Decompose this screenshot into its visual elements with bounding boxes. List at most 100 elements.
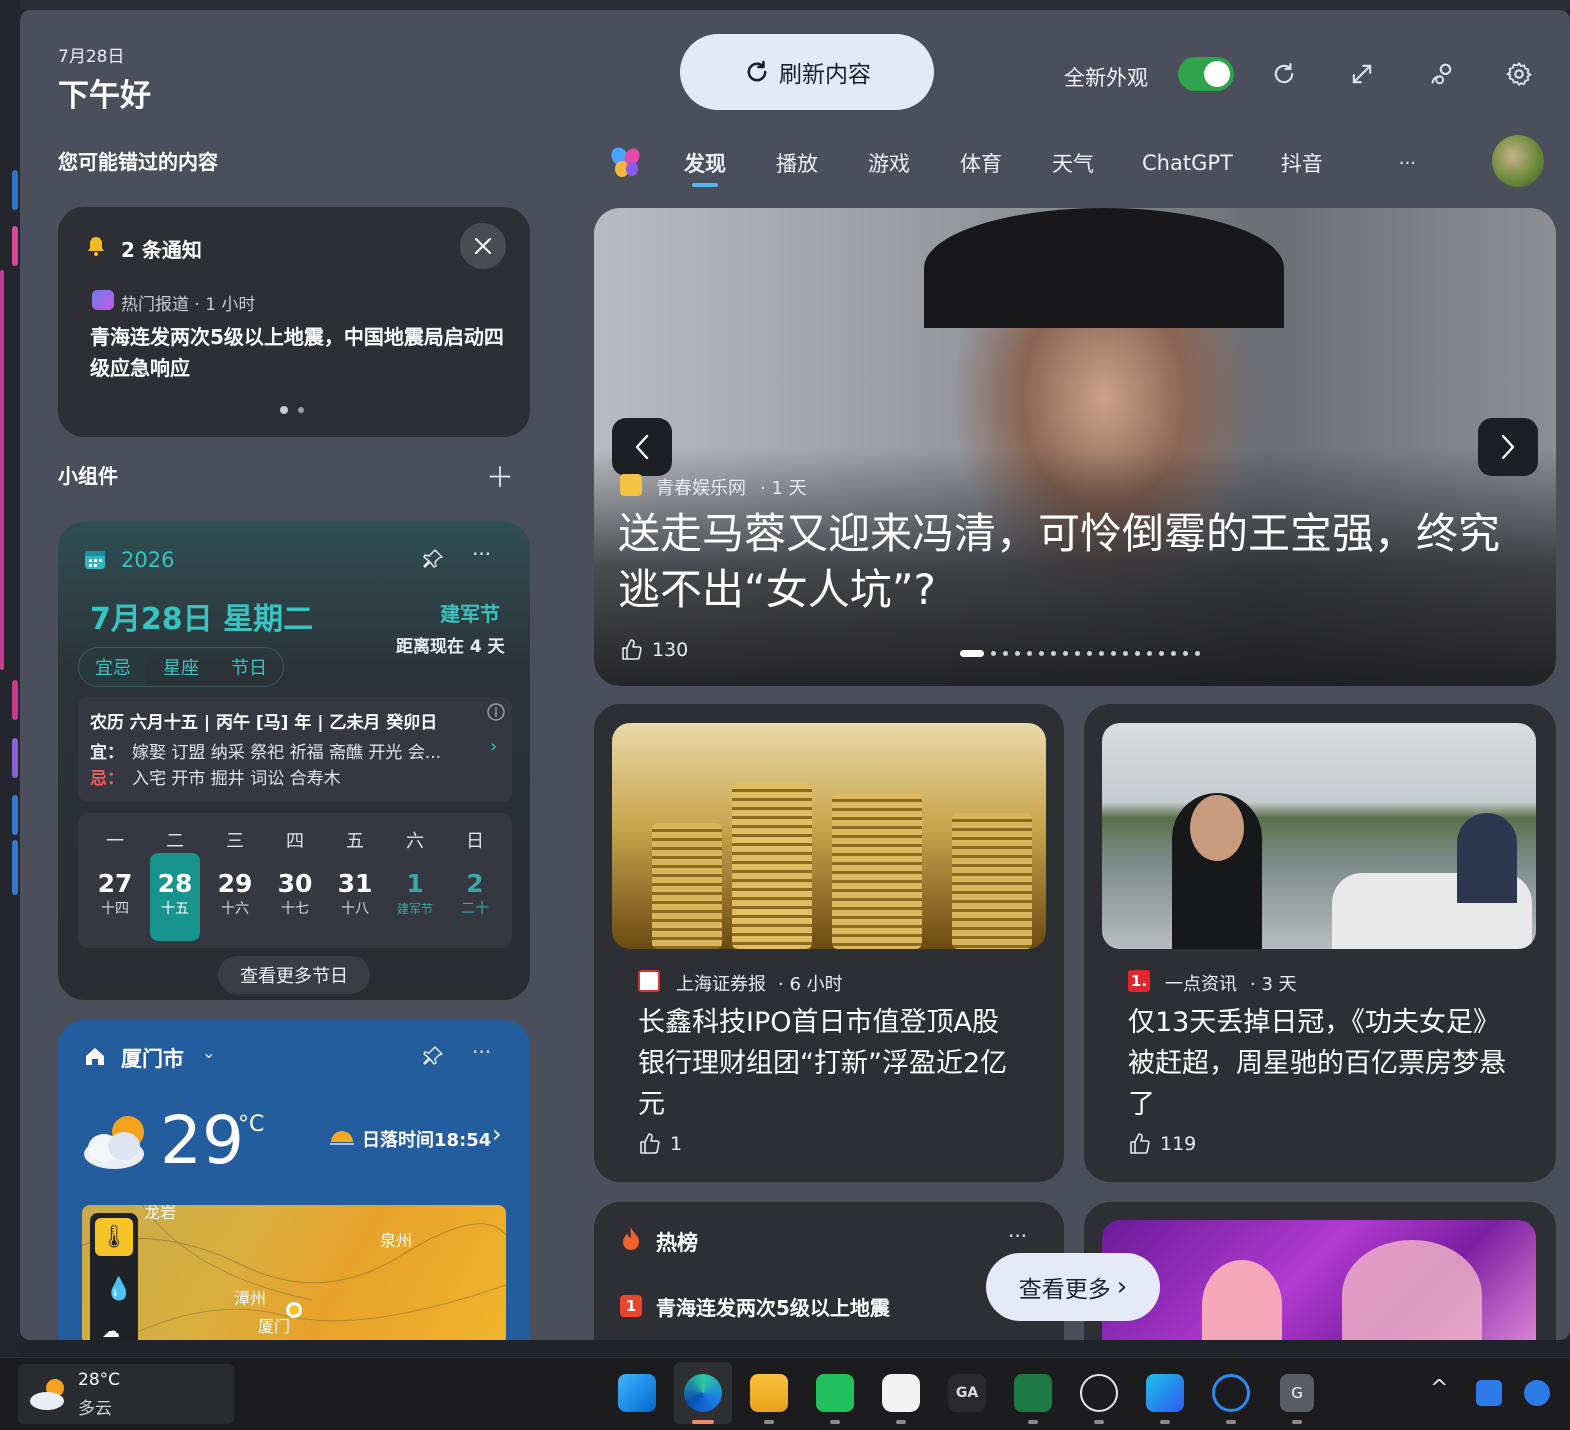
notification-headline[interactable]: 青海连发两次5级以上地震，中国地震局启动四级应急响应 <box>90 322 510 384</box>
sunset-time[interactable]: 日落时间18:54 <box>362 1126 491 1152</box>
taskbar-weather[interactable]: 28°C 多云 <box>18 1364 234 1424</box>
hero-next-button[interactable] <box>1478 418 1538 476</box>
add-widget-button[interactable]: ＋ <box>486 456 514 496</box>
slide-dot[interactable] <box>1171 651 1176 656</box>
info-icon[interactable] <box>486 702 506 722</box>
slide-dot[interactable] <box>1063 651 1068 656</box>
start-icon[interactable] <box>618 1374 656 1412</box>
g-icon[interactable]: G <box>1280 1374 1314 1412</box>
slide-dot[interactable] <box>1075 651 1080 656</box>
chatgpt-icon[interactable] <box>1080 1374 1118 1412</box>
weather-map[interactable]: 🌡 💧 ☁ 龙岩 泉州 漳州 厦门 <box>82 1205 506 1340</box>
slide-dot[interactable] <box>1087 651 1092 656</box>
tab-douyin[interactable]: 抖音 <box>1281 148 1323 178</box>
hot-list-item[interactable]: 青海连发两次5级以上地震 <box>656 1292 890 1321</box>
calendar-day[interactable]: 30 十七 <box>270 853 320 941</box>
profile-avatar[interactable] <box>1492 135 1544 187</box>
close-icon <box>475 238 491 254</box>
close-notification-button[interactable] <box>460 223 506 269</box>
app-icon[interactable] <box>882 1374 920 1412</box>
expand-icon[interactable] <box>1348 60 1376 88</box>
pin-icon[interactable] <box>422 1045 444 1067</box>
file-explorer-icon[interactable] <box>750 1374 788 1412</box>
slide-dot[interactable] <box>1183 651 1188 656</box>
slide-dot[interactable] <box>991 651 996 656</box>
settings-gear-icon[interactable] <box>1505 60 1533 88</box>
segment-festivals[interactable]: 节日 <box>215 648 283 686</box>
calendar-more-button[interactable]: ··· <box>472 542 491 566</box>
pin-icon[interactable] <box>422 548 444 570</box>
see-more-button[interactable]: 查看更多 › <box>986 1253 1160 1321</box>
tab-sports[interactable]: 体育 <box>960 148 1002 178</box>
slide-dot[interactable] <box>1123 651 1128 656</box>
weather-city[interactable]: 厦门市 <box>121 1043 184 1073</box>
calendar-day[interactable]: 27 十四 <box>90 853 140 941</box>
person-face <box>1190 795 1244 861</box>
weather-more-button[interactable]: ··· <box>472 1040 491 1064</box>
new-look-toggle[interactable] <box>1178 57 1234 91</box>
slide-dot[interactable] <box>1015 651 1020 656</box>
hot-rank-badge: 1 <box>620 1295 642 1317</box>
slide-dot[interactable] <box>1051 651 1056 656</box>
active-indicator <box>692 1420 714 1424</box>
hot-list-more-button[interactable]: ··· <box>1008 1224 1027 1248</box>
search-app-icon[interactable] <box>1212 1374 1250 1412</box>
news-title[interactable]: 仅13天丢掉日冠，《功夫女足》被赶超，周星驰的百亿票房梦悬了 <box>1128 1002 1518 1125</box>
tab-discover[interactable]: 发现 <box>684 148 726 178</box>
hero-title[interactable]: 送走马蓉又迎来冯清，可怜倒霉的王宝强，终究逃不出“女人坑”? <box>618 506 1518 618</box>
slide-dot[interactable] <box>1111 651 1116 656</box>
wechat-icon[interactable] <box>816 1374 854 1412</box>
slide-dot[interactable] <box>1027 651 1032 656</box>
yidian-logo-icon: 1. <box>1128 970 1150 992</box>
running-indicator <box>1160 1420 1170 1424</box>
hero-prev-button[interactable] <box>612 418 672 476</box>
running-indicator <box>1292 1420 1302 1424</box>
slide-dot[interactable] <box>1039 651 1044 656</box>
tab-chatgpt[interactable]: ChatGPT <box>1142 151 1233 175</box>
news-time: · 6 小时 <box>778 974 843 995</box>
news-title[interactable]: 长鑫科技IPO首日市值登顶A股 银行理财组团“打新”浮盈近2亿元 <box>638 1002 1028 1125</box>
slide-dot[interactable] <box>1099 651 1104 656</box>
droplet-icon[interactable]: 💧 <box>105 1277 132 1302</box>
tray-app-icon[interactable] <box>1476 1380 1502 1406</box>
account-settings-icon[interactable] <box>1428 60 1456 88</box>
chevron-right-icon[interactable]: › <box>490 736 497 757</box>
tab-weather[interactable]: 天气 <box>1052 148 1094 178</box>
slide-dot[interactable] <box>1135 651 1140 656</box>
slide-dot[interactable] <box>1147 651 1152 656</box>
reload-icon[interactable] <box>1270 60 1298 88</box>
chevron-right-icon[interactable]: › <box>492 1120 502 1148</box>
map-layer-bar: 🌡 💧 ☁ <box>90 1213 138 1340</box>
tab-games[interactable]: 游戏 <box>868 148 910 178</box>
hero-likes[interactable]: 130 <box>620 638 688 662</box>
more-festivals-button[interactable]: 查看更多节日 <box>218 956 370 994</box>
chevron-down-icon[interactable]: ⌄ <box>202 1043 215 1062</box>
tray-app-icon[interactable] <box>1524 1380 1550 1406</box>
ga-icon[interactable]: GA <box>948 1374 986 1412</box>
app-blue-icon[interactable] <box>1146 1374 1184 1412</box>
thermometer-icon[interactable]: 🌡 <box>95 1218 133 1256</box>
news-image-anime <box>1102 1220 1536 1340</box>
slide-dot[interactable] <box>1159 651 1164 656</box>
cloud-icon[interactable]: ☁ <box>102 1321 120 1340</box>
calendar-day[interactable]: 2 二十 <box>450 853 500 941</box>
calendar-day-today[interactable]: 28 十五 <box>150 853 200 941</box>
edge-beta-icon[interactable] <box>684 1374 722 1412</box>
tab-play[interactable]: 播放 <box>776 148 818 178</box>
segment-yiji[interactable]: 宜忌 <box>79 648 147 686</box>
map-label: 厦门 <box>258 1317 291 1336</box>
excel-icon[interactable] <box>1014 1374 1052 1412</box>
slide-dot[interactable] <box>1003 651 1008 656</box>
news-likes[interactable]: 1 <box>638 1132 682 1156</box>
calendar-day[interactable]: 29 十六 <box>210 853 260 941</box>
tabs-more-button[interactable]: ··· <box>1399 153 1416 174</box>
calendar-day[interactable]: 31 十八 <box>330 853 380 941</box>
refresh-content-button[interactable]: 刷新内容 <box>680 34 934 110</box>
slide-dot[interactable] <box>1195 651 1200 656</box>
slide-dot-active[interactable] <box>960 650 984 657</box>
news-likes[interactable]: 119 <box>1128 1132 1196 1156</box>
tray-overflow-chevron-up-icon[interactable]: ^ <box>1430 1376 1448 1401</box>
calendar-day[interactable]: 1 建军节 <box>390 853 440 941</box>
segment-constellation[interactable]: 星座 <box>147 648 215 686</box>
calendar-year: 2026 <box>121 548 175 572</box>
